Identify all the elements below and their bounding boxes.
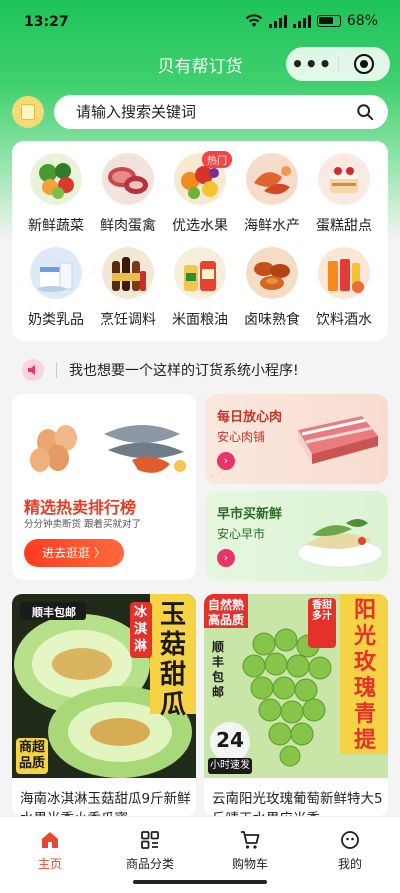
seafood-icon: [246, 153, 298, 205]
hot-badge: 热门: [202, 151, 232, 168]
home-indicator: [133, 880, 267, 884]
ship-hours-label: 小时速发: [208, 758, 252, 774]
category-item-meat[interactable]: 鲜肉蛋禽: [92, 153, 164, 245]
category-item-grain-oil[interactable]: 米面粮油: [164, 247, 236, 339]
tab-label: 主页: [37, 857, 62, 871]
category-item-milk[interactable]: 奶类乳品: [20, 247, 92, 339]
search-input[interactable]: [76, 103, 356, 121]
wifi-icon: [245, 14, 263, 27]
category-label: 新鲜蔬菜: [28, 218, 84, 234]
tab-profile[interactable]: 我的: [300, 829, 400, 872]
milk-icon: [30, 247, 82, 299]
category-grid: 新鲜蔬菜 鲜肉蛋禽 热门 优选水果 海鲜水产 蛋糕甜点 奶类乳品 烹饪调料 米面…: [12, 141, 388, 341]
search-row: [12, 95, 388, 129]
search-bar[interactable]: [54, 95, 388, 129]
grape-side-label: 香甜多汁: [312, 600, 332, 622]
category-label: 优选水果: [172, 218, 228, 234]
grape-product-image: 自然熟 高品质 阳光玫瑰青提 香甜多汁 顺丰包邮 24 小时速发: [204, 594, 388, 778]
cooked-food-icon: [246, 247, 298, 299]
market-promo-title: 早市买新鲜: [217, 507, 283, 522]
browse-button[interactable]: 进去逛逛 〉: [24, 539, 124, 567]
melon-side-label: 冰淇淋: [134, 605, 148, 654]
sf-shipping-banner: 顺丰包邮: [32, 606, 76, 619]
melon-headline: 玉菇甜瓜: [159, 600, 186, 720]
quality-corner-badge: 商超品质: [18, 740, 45, 771]
vegetable-plate-image: [297, 519, 383, 568]
promo-ranking-card[interactable]: 精选热卖排行榜 分分钟卖断货 跟着买就对了 进去逛逛 〉: [12, 394, 196, 580]
category-item-drinks[interactable]: 饮料酒水: [308, 247, 380, 339]
navbar: 贝有帮订货 •••: [0, 44, 400, 84]
product-name: 云南阳光玫瑰葡萄新鲜特大5斤晴王水果应当季: [212, 791, 383, 816]
close-button[interactable]: [338, 54, 390, 74]
battery-percent: 68%: [346, 13, 378, 29]
meat-promo-arrow[interactable]: ›: [217, 452, 235, 470]
grain-oil-icon: [174, 247, 226, 299]
status-time: 13:27: [24, 14, 69, 30]
market-promo-arrow[interactable]: ›: [217, 549, 235, 567]
battery-icon: [316, 15, 341, 27]
tab-label: 我的: [337, 857, 362, 871]
tab-cart[interactable]: 购物车: [200, 829, 300, 872]
product-card[interactable]: 顺丰包邮 玉菇甜瓜 冰淇淋 商超品质 海南冰淇淋玉菇甜瓜9斤新鲜水果当季小香瓜蜜: [12, 594, 196, 816]
category-label: 米面粮油: [172, 312, 228, 328]
ship-hours-number: 24: [216, 728, 244, 752]
tab-label: 购物车: [231, 857, 268, 871]
speaker-icon: [22, 359, 44, 381]
cake-icon: [318, 153, 370, 205]
tab-categories[interactable]: 商品分类: [100, 829, 200, 872]
category-item-vegetables[interactable]: 新鲜蔬菜: [20, 153, 92, 245]
notice-bar[interactable]: 我也想要一个这样的订货系统小程序!: [12, 350, 388, 390]
category-label: 蛋糕甜点: [316, 218, 372, 234]
product-name: 海南冰淇淋玉菇甜瓜9斤新鲜水果当季小香瓜蜜: [20, 791, 191, 816]
status-bar: 13:27 68%: [0, 0, 400, 44]
meat-icon: [102, 153, 154, 205]
mini-program-capsule: •••: [286, 47, 390, 81]
cart-icon: [241, 831, 260, 849]
category-label: 饮料酒水: [316, 312, 372, 328]
grape-headline: 阳光玫瑰青提: [353, 598, 376, 753]
meat-promo-subtitle: 安心肉铺: [217, 430, 266, 444]
home-icon: [42, 832, 58, 848]
notice-text: 我也想要一个这样的订货系统小程序!: [69, 363, 299, 379]
store-logo-icon[interactable]: [12, 96, 44, 128]
category-item-seasoning[interactable]: 烹饪调料: [92, 247, 164, 339]
category-item-cooked-food[interactable]: 卤味熟食: [236, 247, 308, 339]
more-button[interactable]: •••: [286, 54, 338, 74]
signal-icon: [268, 14, 287, 28]
category-label: 烹饪调料: [100, 312, 156, 328]
seasoning-icon: [102, 247, 154, 299]
promo-market-card[interactable]: 早市买新鲜 安心早市 ›: [205, 491, 388, 581]
category-label: 卤味熟食: [244, 312, 300, 328]
sf-shipping-vertical: 顺丰包邮: [211, 640, 224, 699]
target-icon: [354, 54, 375, 74]
seafood-eggs-image: [12, 394, 196, 494]
category-label: 海鲜水产: [244, 218, 300, 234]
vegetables-icon: [30, 153, 82, 205]
tab-home[interactable]: 主页: [0, 829, 100, 872]
ranking-subtitle: 分分钟卖断货 跟着买就对了: [24, 519, 142, 530]
market-promo-subtitle: 安心早市: [217, 527, 266, 541]
notice-divider: [56, 362, 57, 378]
category-item-cake[interactable]: 蛋糕甜点: [308, 153, 380, 245]
tab-label: 商品分类: [125, 857, 174, 871]
category-item-seafood[interactable]: 海鲜水产: [236, 153, 308, 245]
category-label: 奶类乳品: [28, 312, 84, 328]
high-quality-label: 高品质: [208, 613, 245, 627]
promo-meat-card[interactable]: 每日放心肉 安心肉铺 ›: [205, 394, 388, 484]
category-item-fruit[interactable]: 热门 优选水果: [164, 151, 236, 245]
signal-icon-2: [292, 14, 311, 28]
category-grid-icon: [141, 831, 159, 849]
ranking-title: 精选热卖排行榜: [24, 498, 137, 517]
product-card[interactable]: 自然熟 高品质 阳光玫瑰青提 香甜多汁 顺丰包邮 24 小时速发 云南阳光玫瑰葡…: [204, 594, 388, 816]
meat-promo-title: 每日放心肉: [217, 410, 283, 425]
pork-belly-image: [298, 416, 378, 464]
melon-product-image: 顺丰包邮 玉菇甜瓜 冰淇淋 商超品质: [12, 594, 196, 778]
category-label: 鲜肉蛋禽: [100, 218, 156, 234]
search-icon[interactable]: [356, 103, 374, 121]
profile-face-icon: [341, 831, 359, 849]
status-icons: 68%: [245, 13, 378, 29]
drinks-icon: [318, 247, 370, 299]
